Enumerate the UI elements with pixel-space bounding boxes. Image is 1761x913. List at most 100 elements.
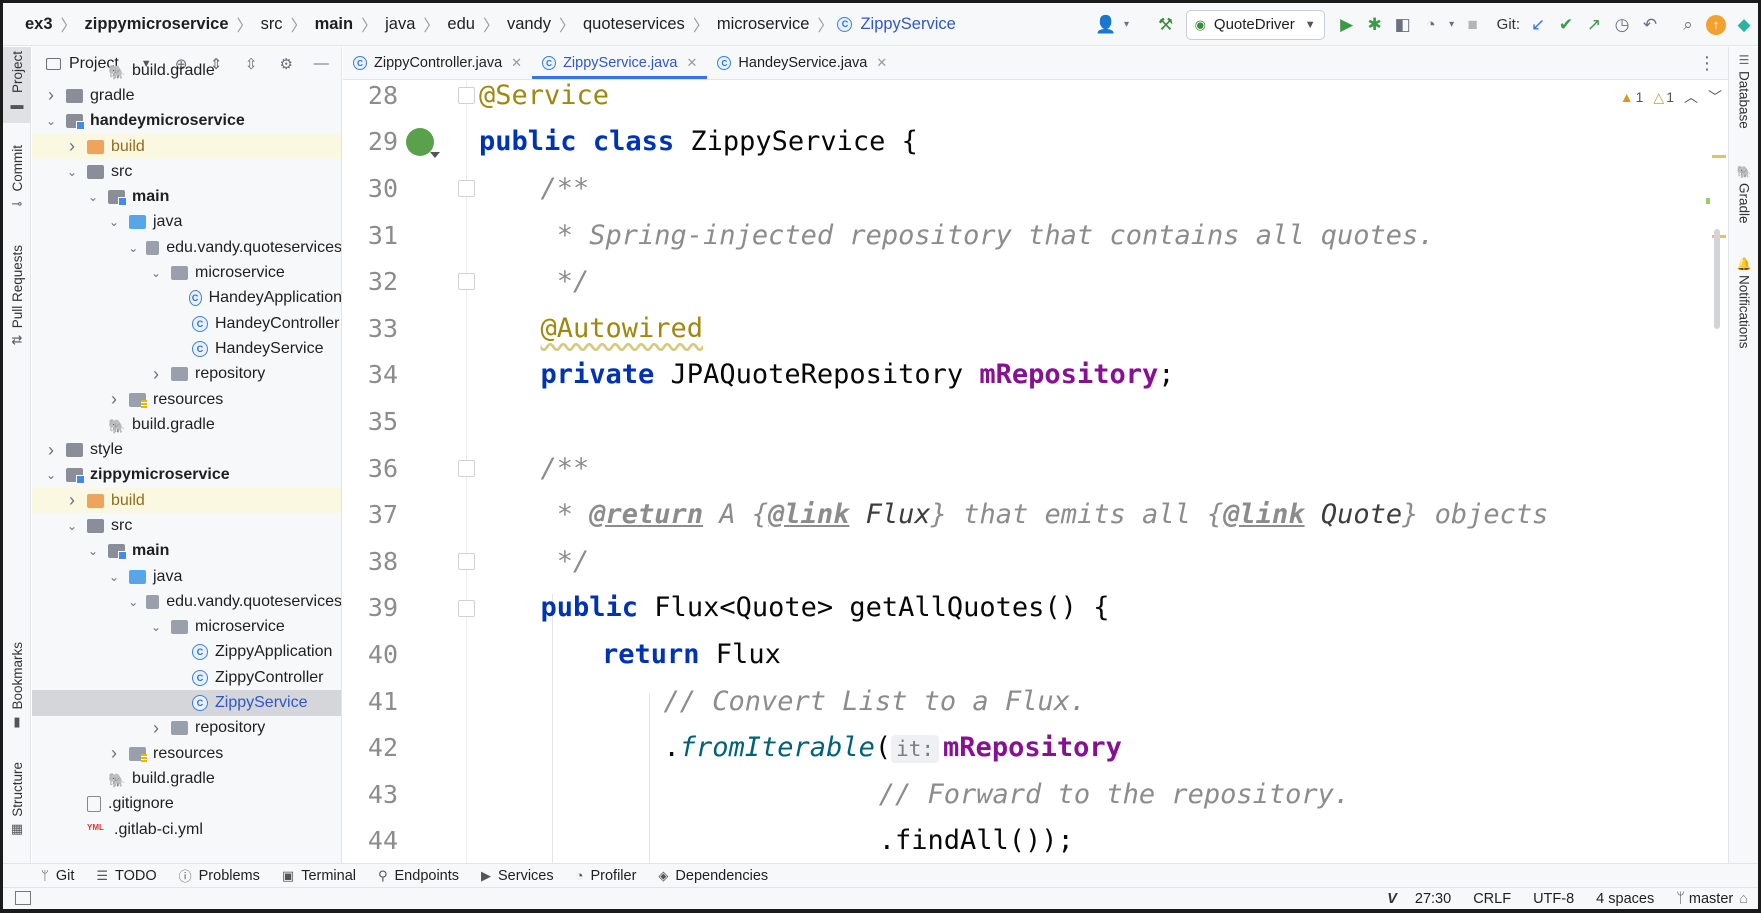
- line-number[interactable]: 30: [343, 174, 398, 203]
- fold-marker-icon[interactable]: [458, 459, 475, 477]
- tree-row[interactable]: › build: [32, 133, 341, 160]
- tool-window-todo[interactable]: ☰ TODO: [96, 868, 156, 884]
- line-number[interactable]: 28: [343, 81, 398, 110]
- chevron-down-icon[interactable]: ⌄: [44, 114, 58, 128]
- line-separator[interactable]: CRLF: [1473, 891, 1511, 907]
- stop-icon[interactable]: ■: [1459, 11, 1487, 39]
- coverage-icon[interactable]: ◧: [1389, 11, 1417, 39]
- history-icon[interactable]: ◷: [1608, 11, 1636, 39]
- rollback-icon[interactable]: ↶: [1636, 11, 1664, 39]
- chevron-down-icon[interactable]: ⌄: [65, 519, 79, 533]
- toggle-tool-windows-icon[interactable]: [15, 891, 31, 905]
- run-configuration-select[interactable]: ◉ QuoteDriver ▼: [1185, 9, 1325, 40]
- tool-tab-project[interactable]: Project ▬: [3, 47, 31, 123]
- search-icon[interactable]: ⌕: [1674, 11, 1702, 39]
- close-icon[interactable]: ✕: [511, 55, 522, 71]
- run-icon[interactable]: ▶: [1333, 11, 1361, 39]
- line-number[interactable]: 44: [343, 826, 398, 855]
- fold-marker-icon[interactable]: [458, 87, 475, 104]
- chevron-right-icon[interactable]: ›: [107, 389, 121, 410]
- tree-row[interactable]: ⌄ java: [32, 210, 341, 235]
- chevron-right-icon[interactable]: ›: [107, 743, 121, 764]
- tool-tab-gradle[interactable]: 🐘 Gradle: [1729, 165, 1759, 255]
- tool-window-endpoints[interactable]: ⚲ Endpoints: [378, 868, 459, 884]
- breadcrumb-item[interactable]: edu: [443, 15, 479, 34]
- code-editor[interactable]: ▲ 1 △ 1 ︿ ﹀ 28 @Service 29 public class Zip…: [343, 81, 1728, 863]
- tool-tab-database[interactable]: ☰ Database: [1729, 53, 1759, 149]
- fold-marker-icon[interactable]: [458, 180, 475, 198]
- tree-row[interactable]: ›🐘build.gradle: [32, 766, 341, 791]
- user-icon[interactable]: 👤: [1092, 11, 1120, 39]
- tree-row[interactable]: ›CHandeyService: [32, 336, 341, 361]
- line-number[interactable]: 35: [343, 407, 398, 436]
- tree-row[interactable]: ⌄ main: [32, 539, 341, 564]
- chevron-down-icon[interactable]: ⌄: [149, 620, 163, 634]
- spring-bean-icon[interactable]: [406, 127, 440, 158]
- chevron-down-icon[interactable]: ⌄: [107, 570, 121, 584]
- chevron-down-icon[interactable]: ⌄: [86, 190, 100, 204]
- more-vertical-icon[interactable]: ⋮: [1698, 53, 1716, 74]
- tree-row[interactable]: ›🐘build.gradle: [32, 58, 341, 83]
- fold-marker-icon[interactable]: [458, 273, 475, 291]
- breadcrumb-item[interactable]: ZippyService: [856, 15, 959, 34]
- line-number[interactable]: 43: [343, 780, 398, 809]
- profile-icon[interactable]: ◔: [1417, 11, 1445, 39]
- tree-row[interactable]: ⌄ zippymicroservice: [32, 463, 341, 488]
- chevron-down-icon[interactable]: ⌄: [65, 165, 79, 179]
- tool-window-dependencies[interactable]: ◈ Dependencies: [658, 868, 768, 884]
- tree-row[interactable]: ›.gitignore: [32, 792, 341, 817]
- chevron-right-icon[interactable]: ›: [44, 440, 58, 461]
- line-number[interactable]: 31: [343, 221, 398, 250]
- close-icon[interactable]: ✕: [876, 55, 887, 71]
- tree-row[interactable]: ›YML.gitlab-ci.yml: [32, 817, 341, 842]
- line-number[interactable]: 38: [343, 547, 398, 576]
- line-number[interactable]: 42: [343, 733, 398, 762]
- tree-row[interactable]: ›CZippyService: [32, 690, 341, 716]
- tree-row[interactable]: ⌄ main: [32, 184, 341, 209]
- tool-window-services[interactable]: ▶ Services: [481, 868, 554, 884]
- git-update-icon[interactable]: ↙: [1524, 11, 1552, 39]
- file-encoding[interactable]: UTF-8: [1533, 891, 1574, 907]
- tree-row[interactable]: › repository: [32, 362, 341, 387]
- breadcrumb-item[interactable]: ex3: [21, 15, 57, 34]
- breadcrumb-item[interactable]: vandy: [503, 15, 555, 34]
- ide-logo-icon[interactable]: ◆: [1730, 11, 1758, 39]
- chevron-down-icon[interactable]: ⌄: [107, 215, 121, 229]
- tree-row[interactable]: › gradle: [32, 83, 341, 108]
- line-number[interactable]: 34: [343, 360, 398, 389]
- debug-icon[interactable]: ✱: [1361, 11, 1389, 39]
- line-number[interactable]: 39: [343, 593, 398, 622]
- tree-row[interactable]: › style: [32, 437, 341, 462]
- tree-row[interactable]: ›CZippyApplication: [32, 640, 341, 665]
- tool-tab-bookmarks[interactable]: Bookmarks ▮: [3, 642, 31, 747]
- git-branch-widget[interactable]: ᛘ master: [1676, 891, 1733, 907]
- tree-row[interactable]: ⌄ java: [32, 564, 341, 589]
- updates-icon[interactable]: ↑: [1702, 11, 1730, 39]
- chevron-down-icon[interactable]: ⌄: [128, 595, 138, 609]
- tree-row[interactable]: ⌄ edu.vandy.quoteservices: [32, 235, 341, 260]
- user-dropdown-icon[interactable]: ▾: [1120, 11, 1134, 39]
- tool-window-git[interactable]: ᛘ Git: [41, 868, 74, 884]
- tree-row[interactable]: ⌄ handeymicroservice: [32, 109, 341, 134]
- tool-tab-commit[interactable]: Commit ⊸: [3, 145, 31, 225]
- editor-tab[interactable]: C ZippyService.java ✕: [532, 47, 708, 79]
- tool-window-profiler[interactable]: ◔ Profiler: [576, 868, 637, 884]
- tree-row[interactable]: ⌄ edu.vandy.quoteservices: [32, 589, 341, 614]
- tree-row[interactable]: ⌄ microservice: [32, 260, 341, 285]
- line-number[interactable]: 33: [343, 314, 398, 343]
- vim-mode-indicator[interactable]: V: [1387, 891, 1397, 907]
- git-commit-icon[interactable]: ✔: [1552, 11, 1580, 39]
- more-run-dropdown-icon[interactable]: ▾: [1445, 11, 1459, 39]
- git-push-icon[interactable]: ↗: [1580, 11, 1608, 39]
- breadcrumb-item[interactable]: zippymicroservice: [81, 15, 233, 34]
- breadcrumb-item[interactable]: main: [311, 15, 358, 34]
- tree-row[interactable]: › resources: [32, 741, 341, 766]
- editor-tab[interactable]: C HandeyService.java ✕: [707, 47, 897, 79]
- breadcrumb-item[interactable]: microservice: [713, 15, 814, 34]
- tree-row[interactable]: › repository: [32, 716, 341, 741]
- caret-position[interactable]: 27:30: [1415, 891, 1451, 907]
- fold-marker-icon[interactable]: [458, 553, 475, 570]
- tree-row[interactable]: ⌄ src: [32, 159, 341, 184]
- chevron-right-icon[interactable]: ›: [149, 364, 163, 385]
- line-number[interactable]: 41: [343, 687, 398, 716]
